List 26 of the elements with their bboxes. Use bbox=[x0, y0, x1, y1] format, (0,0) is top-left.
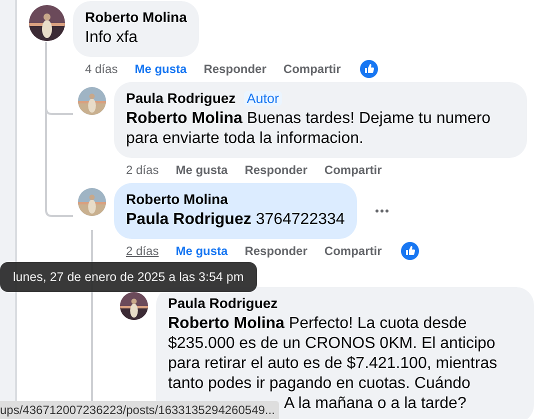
reply-link[interactable]: Responder bbox=[244, 163, 308, 177]
comment-text: Roberto Molina Buenas tardes! Dejame tu numero para enviarte toda la informacion. bbox=[126, 109, 492, 149]
author-name[interactable]: Paula Rodriguez bbox=[168, 295, 278, 312]
share-link[interactable]: Compartir bbox=[283, 62, 341, 76]
reply-link[interactable]: Responder bbox=[244, 244, 308, 258]
comment-text: Roberto Molina Perfecto! La cuota desde $235.000 es de un CRONOS 0KM. El anticipo para retirar el auto es de $7.421.100, mientras tanto podes ir pagando en cuotas. Cuándo bbox=[168, 314, 498, 394]
author-badge: Autor bbox=[244, 91, 282, 106]
comment-text: Info xfa bbox=[85, 28, 138, 48]
like-link[interactable]: Me gusta bbox=[176, 244, 228, 258]
timestamp-link[interactable]: 2 días bbox=[126, 163, 159, 177]
thumbs-up-icon[interactable] bbox=[360, 60, 378, 78]
reply-link[interactable]: Responder bbox=[204, 62, 266, 76]
thumbs-up-icon[interactable] bbox=[400, 242, 419, 260]
author-name[interactable]: Roberto Molina bbox=[126, 191, 228, 208]
timestamp-link[interactable]: 2 días bbox=[126, 244, 159, 258]
share-link[interactable]: Compartir bbox=[324, 244, 382, 258]
status-bar-url: ups/436712007236223/posts/1633135294260549... bbox=[0, 401, 279, 419]
more-options-icon[interactable] bbox=[374, 209, 389, 213]
author-name[interactable]: Paula Rodriguez bbox=[126, 90, 236, 107]
comment-text: Paula Rodriguez 3764722334 bbox=[126, 210, 345, 230]
like-link[interactable]: Me gusta bbox=[134, 62, 187, 76]
share-link[interactable]: Compartir bbox=[324, 163, 382, 177]
author-name[interactable]: Roberto Molina bbox=[85, 9, 187, 26]
tooltip: lunes, 27 de enero de 2025 a las 3:54 pm bbox=[0, 262, 257, 292]
timestamp-link[interactable]: 4 días bbox=[85, 62, 118, 76]
like-link[interactable]: Me gusta bbox=[176, 163, 228, 177]
